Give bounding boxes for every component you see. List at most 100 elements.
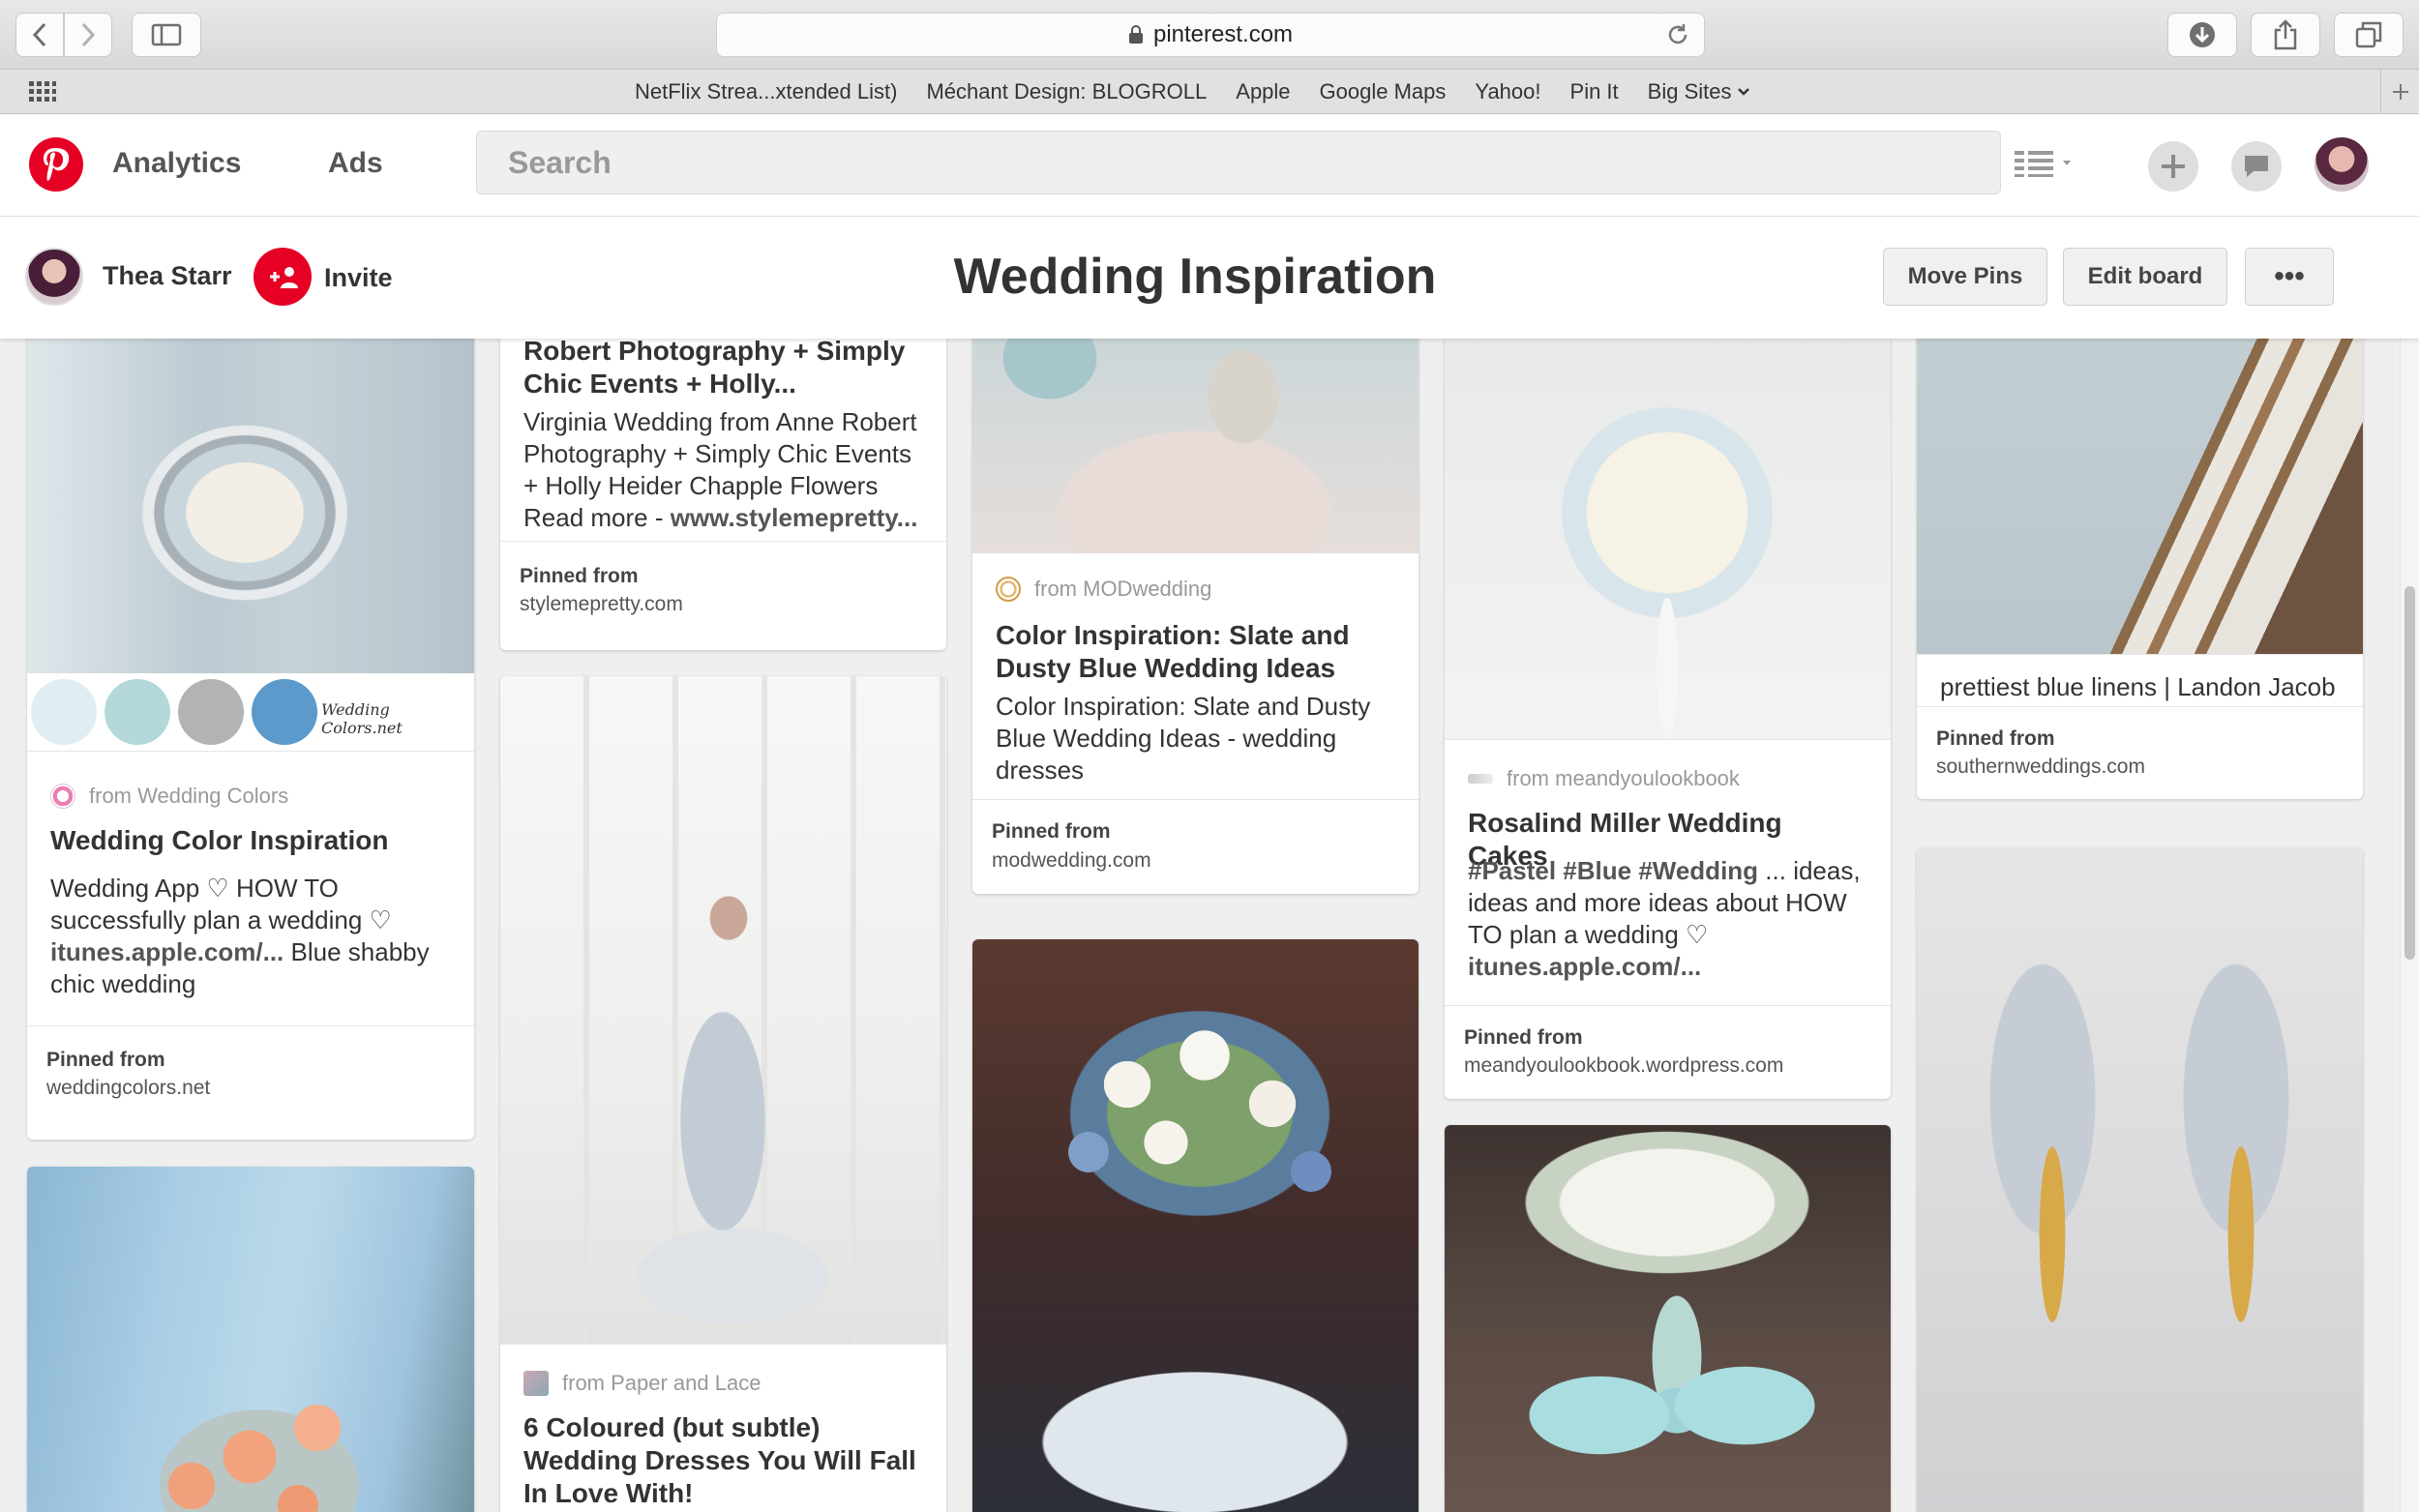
divider [972, 799, 1419, 800]
bookmark-big-sites[interactable]: Big Sites [1648, 79, 1751, 104]
sidebar-toggle-button[interactable] [132, 13, 201, 57]
pinned-from-domain[interactable]: southernweddings.com [1936, 756, 2145, 779]
pin-card-bridal-shoes[interactable] [1917, 847, 2363, 1512]
pin-image-centerpiece[interactable] [972, 339, 1419, 553]
bookmark-mechant-design[interactable]: Méchant Design: BLOGROLL [926, 79, 1207, 104]
scrollbar-thumb[interactable] [2404, 586, 2415, 960]
pin-image-babys-breath-bouquet[interactable] [1445, 1125, 1891, 1512]
share-button[interactable] [2251, 13, 2320, 57]
add-bookmark-button[interactable] [2380, 70, 2419, 114]
bookmark-list: NetFlix Strea...xtended List) Méchant De… [635, 70, 1750, 114]
pinterest-header: Analytics Ads Search [0, 114, 2419, 217]
messages-button[interactable] [2231, 141, 2282, 192]
wedding-colors-favicon-icon [50, 784, 75, 809]
pinned-from-domain[interactable]: weddingcolors.net [46, 1077, 210, 1100]
downloads-button[interactable] [2167, 13, 2237, 57]
bookmark-apple[interactable]: Apple [1236, 79, 1290, 104]
pin-desc-link[interactable]: itunes.apple.com/... [1468, 952, 1701, 981]
pin-card-flower-centerpiece[interactable] [972, 939, 1419, 1512]
pin-image-bridesmaid-bouquet[interactable] [27, 1167, 474, 1512]
back-button[interactable] [15, 13, 64, 57]
browser-toolbar: pinterest.com [0, 0, 2419, 70]
bookmarks-bar: NetFlix Strea...xtended List) Méchant De… [0, 70, 2419, 114]
pin-card-modwedding[interactable]: from MODwedding Color Inspiration: Slate… [972, 339, 1419, 894]
pin-card-stylemepretty[interactable]: Robert Photography + Simply Chic Events … [500, 339, 946, 650]
swatch-4 [252, 679, 317, 745]
pin-image-wedding-cake[interactable] [1445, 339, 1891, 739]
pinterest-logo[interactable] [29, 137, 83, 192]
pin-card-bouquet[interactable] [27, 1167, 474, 1512]
search-input[interactable]: Search [476, 131, 2001, 194]
divider [1445, 1005, 1891, 1006]
swatch-3 [178, 679, 244, 745]
create-pin-button[interactable] [2148, 141, 2198, 192]
tabs-overview-button[interactable] [2334, 13, 2404, 57]
pinned-from-label: Pinned from [520, 565, 639, 587]
user-avatar[interactable] [2314, 137, 2369, 192]
bookmark-big-sites-label: Big Sites [1647, 79, 1732, 104]
pin-card-paper-and-lace[interactable]: from Paper and Lace 6 Coloured (but subt… [500, 676, 946, 1512]
pin-image-table-linens[interactable] [1917, 339, 2363, 654]
divider [1917, 654, 2363, 655]
address-bar[interactable]: pinterest.com [716, 13, 1705, 57]
pin-card-southernweddings[interactable]: prettiest blue linens | Landon Jacob Pin… [1917, 339, 2363, 799]
pinned-from-domain[interactable]: meandyoulookbook.wordpress.com [1464, 1054, 1783, 1078]
plus-icon [2392, 84, 2408, 100]
divider [1445, 739, 1891, 740]
pin-title[interactable]: Wedding Color Inspiration [50, 824, 451, 857]
pinned-from-label: Pinned from [992, 820, 1111, 843]
nav-ads[interactable]: Ads [328, 147, 383, 180]
pins-grid: Wedding Colors.net from Wedding Colors W… [0, 339, 2400, 1512]
list-view-icon[interactable] [2013, 149, 2076, 178]
divider [27, 1025, 474, 1026]
pin-image-tablescape[interactable] [27, 339, 474, 673]
pin-source[interactable]: from Paper and Lace [523, 1371, 761, 1396]
sidebar-icon [151, 23, 182, 46]
forward-button[interactable] [64, 13, 112, 57]
pin-description: Wedding App ♡ HOW TO successfully plan a… [50, 873, 451, 1000]
pin-source[interactable]: from Wedding Colors [50, 784, 288, 809]
pin-card-wedding-colors[interactable]: Wedding Colors.net from Wedding Colors W… [27, 339, 474, 1140]
move-pins-button[interactable]: Move Pins [1883, 248, 2047, 306]
pin-image-jeweled-heels[interactable] [1917, 847, 2363, 1512]
pin-image-hydrangea-centerpiece[interactable] [972, 939, 1419, 1512]
nav-analytics[interactable]: Analytics [112, 147, 241, 180]
pin-desc-link[interactable]: www.stylemepretty... [671, 503, 918, 532]
pinterest-p-icon [44, 148, 70, 181]
pin-desc-hashtags[interactable]: #Pastel #Blue #Wedding [1468, 856, 1758, 885]
grid-apps-icon[interactable] [29, 81, 56, 103]
pin-card-babys-breath[interactable] [1445, 1125, 1891, 1512]
bookmark-google-maps[interactable]: Google Maps [1320, 79, 1447, 104]
edit-board-button[interactable]: Edit board [2063, 248, 2227, 306]
page-scrollbar[interactable] [2400, 339, 2419, 1512]
pin-title[interactable]: Color Inspiration: Slate and Dusty Blue … [996, 619, 1395, 685]
pin-title[interactable]: 6 Coloured (but subtle) Wedding Dresses … [523, 1411, 923, 1510]
board-header: Thea Starr Invite Wedding Inspiration Mo… [0, 217, 2419, 339]
pin-card-rosalind-miller[interactable]: from meandyoulookbook Rosalind Miller We… [1445, 339, 1891, 1099]
pin-source[interactable]: from MODwedding [996, 577, 1211, 602]
pin-title[interactable]: Robert Photography + Simply Chic Events … [523, 339, 923, 400]
bookmark-yahoo[interactable]: Yahoo! [1475, 79, 1540, 104]
pinned-from-domain[interactable]: stylemepretty.com [520, 593, 683, 616]
more-options-button[interactable]: ••• [2245, 248, 2334, 306]
bookmark-pin-it[interactable]: Pin It [1570, 79, 1619, 104]
pin-source-text: from Wedding Colors [89, 784, 289, 808]
pinned-from-domain[interactable]: modwedding.com [992, 849, 1151, 873]
swatch-watermark: Wedding Colors.net [321, 700, 403, 737]
color-swatch-strip: Wedding Colors.net [27, 673, 474, 751]
share-icon [2274, 19, 2297, 50]
url-text: pinterest.com [1152, 21, 1294, 47]
pin-source[interactable]: from meandyoulookbook [1468, 766, 1740, 791]
reload-icon[interactable] [1665, 22, 1690, 47]
pin-description: Color Inspiration: Slate and Dusty Blue … [996, 692, 1371, 785]
bookmark-netflix[interactable]: NetFlix Strea...xtended List) [635, 79, 897, 104]
divider [500, 541, 946, 542]
pin-desc-link[interactable]: itunes.apple.com/... [50, 937, 284, 966]
pin-description: #Pastel #Blue #Wedding ... ideas, ideas … [1468, 855, 1867, 983]
chat-bubble-icon [2245, 156, 2268, 177]
pin-source-text: from Paper and Lace [562, 1371, 762, 1395]
divider [1917, 706, 2363, 707]
pinned-from-label: Pinned from [46, 1049, 165, 1071]
pin-image-bride-window[interactable] [500, 676, 946, 1344]
divider [500, 1344, 946, 1345]
